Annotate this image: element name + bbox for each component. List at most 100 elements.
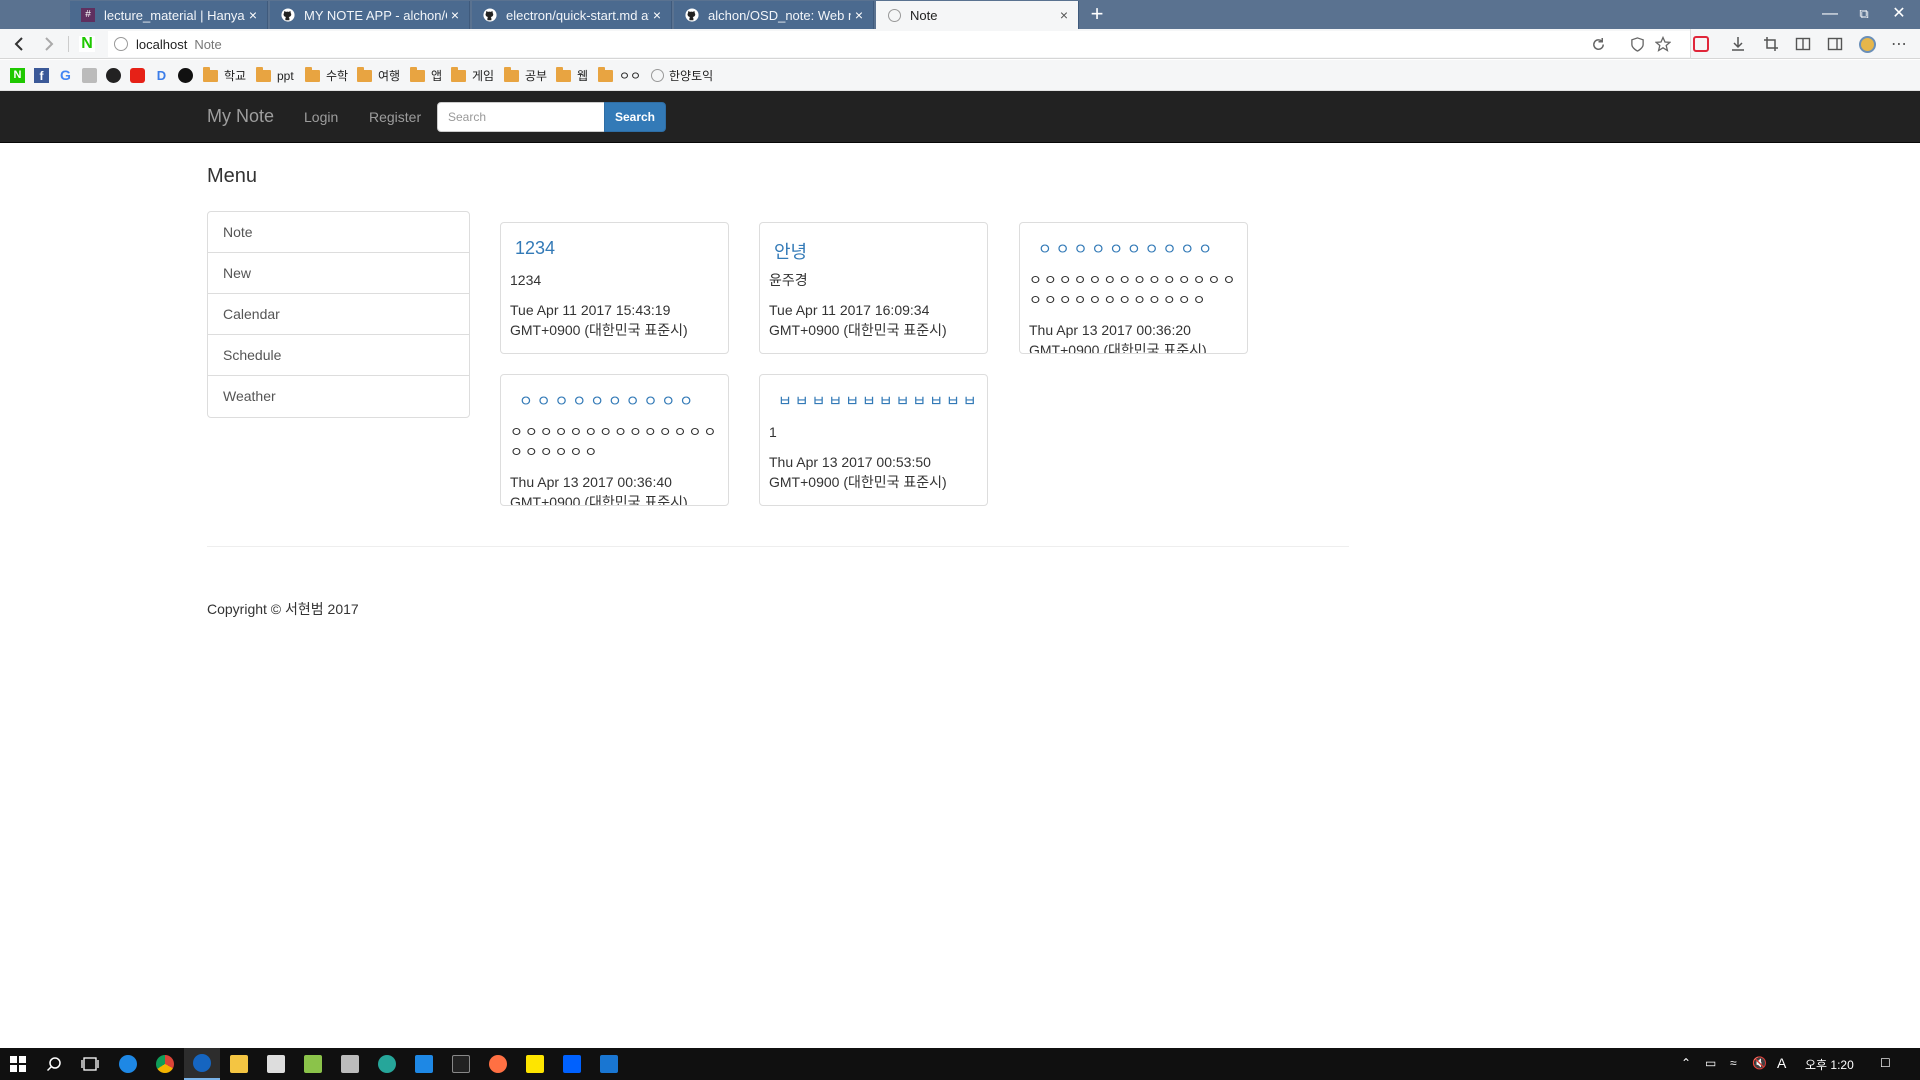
note-title[interactable]: ㅂㅂㅂㅂㅂㅂㅂㅂㅂㅂㅂㅂ: [778, 390, 978, 414]
github-bookmark-icon[interactable]: [106, 67, 126, 84]
bookmark-label: 앱: [431, 69, 443, 83]
task-view-icon[interactable]: [72, 1048, 108, 1080]
minimize-icon[interactable]: —: [1815, 2, 1845, 26]
close-icon[interactable]: ×: [649, 7, 665, 23]
footer-divider: [207, 546, 1349, 547]
kakaotalk-icon[interactable]: [517, 1048, 553, 1080]
volume-muted-icon[interactable]: 🔇: [1752, 1056, 1767, 1070]
bookmark-label: 게임: [472, 69, 495, 83]
download-icon[interactable]: [1727, 34, 1749, 54]
battery-icon[interactable]: ▭: [1705, 1056, 1716, 1070]
note-card[interactable]: ㅇㅇㅇㅇㅇㅇㅇㅇㅇㅇ ㅇㅇㅇㅇㅇㅇㅇㅇㅇㅇㅇㅇㅇㅇㅇㅇㅇㅇㅇㅇ Thu Apr …: [500, 374, 729, 506]
clock-icon[interactable]: [178, 67, 198, 84]
naver-icon[interactable]: N: [76, 33, 98, 55]
app-icon[interactable]: [332, 1048, 368, 1080]
note-title[interactable]: 안녕: [774, 238, 978, 262]
tab-note-active[interactable]: Note ×: [876, 1, 1079, 29]
windows-taskbar: ⌃ ▭ ≈ 🔇 A 오후 1:20 ☐: [0, 1048, 1920, 1080]
youtube-icon[interactable]: [130, 67, 150, 84]
close-icon[interactable]: ×: [1056, 7, 1072, 23]
app-icon[interactable]: [591, 1048, 627, 1080]
bookmark-folder-oo[interactable]: ㅇㅇ: [598, 66, 641, 84]
folder-icon: [305, 66, 320, 82]
note-date: Tue Apr 11 2017 15:43:19 GMT+0900 (대한민국 표…: [510, 302, 688, 338]
register-link[interactable]: Register: [369, 109, 421, 125]
close-icon[interactable]: ×: [447, 7, 463, 23]
app-icon[interactable]: [369, 1048, 405, 1080]
login-link[interactable]: Login: [304, 109, 338, 125]
record-icon[interactable]: [1690, 34, 1712, 54]
facebook-icon[interactable]: f: [34, 67, 54, 84]
dropbox-icon[interactable]: [554, 1048, 590, 1080]
note-title[interactable]: ㅇㅇㅇㅇㅇㅇㅇㅇㅇㅇ: [519, 390, 719, 414]
shield-icon[interactable]: [1626, 34, 1648, 54]
chrome-icon[interactable]: [147, 1048, 183, 1080]
brand-logo[interactable]: My Note: [207, 106, 274, 127]
menu-item-calendar[interactable]: Calendar: [208, 294, 469, 335]
note-card[interactable]: ㅇㅇㅇㅇㅇㅇㅇㅇㅇㅇ ㅇㅇㅇㅇㅇㅇㅇㅇㅇㅇㅇㅇㅇㅇㅇㅇㅇㅇㅇㅇㅇㅇㅇㅇㅇㅇㅇ..…: [1019, 222, 1248, 354]
reader-icon[interactable]: [1792, 34, 1814, 54]
daum-icon[interactable]: D: [154, 67, 174, 84]
close-window-icon[interactable]: ✕: [1884, 2, 1914, 26]
folder-icon: [357, 66, 372, 82]
note-title[interactable]: 1234: [515, 238, 719, 262]
menu-item-weather[interactable]: Weather: [208, 376, 469, 417]
crop-icon[interactable]: [1760, 34, 1782, 54]
refresh-icon[interactable]: [1587, 34, 1609, 54]
webstorm-icon[interactable]: [443, 1048, 479, 1080]
bookmark-folder-travel[interactable]: 여행: [357, 66, 400, 84]
bookmark-folder-games[interactable]: 게임: [451, 66, 495, 84]
tab-osd-note[interactable]: alchon/OSD_note: Web no ×: [674, 1, 874, 29]
more-menu-icon[interactable]: ⋯: [1888, 34, 1910, 54]
whale-browser-icon[interactable]: [184, 1048, 220, 1080]
search-icon[interactable]: [36, 1048, 72, 1080]
search-button[interactable]: Search: [604, 102, 666, 132]
ime-indicator[interactable]: A: [1777, 1055, 1786, 1071]
app-icon[interactable]: [295, 1048, 331, 1080]
wifi-icon[interactable]: ≈: [1730, 1056, 1737, 1070]
bookmark-folder-web[interactable]: 웹: [556, 66, 588, 84]
bookmark-folder-apps[interactable]: 앱: [410, 66, 443, 84]
bookmark-hanyang-toeic[interactable]: 한양토익: [651, 67, 713, 84]
note-card[interactable]: 안녕 윤주경 Tue Apr 11 2017 16:09:34 GMT+0900 …: [759, 222, 988, 354]
profile-avatar-icon[interactable]: [1856, 34, 1878, 54]
bookmark-folder-study[interactable]: 공부: [504, 66, 547, 84]
close-icon[interactable]: ×: [851, 7, 867, 23]
app-icon[interactable]: [480, 1048, 516, 1080]
menu-item-schedule[interactable]: Schedule: [208, 335, 469, 376]
note-card[interactable]: ㅂㅂㅂㅂㅂㅂㅂㅂㅂㅂㅂㅂ 1 Thu Apr 13 2017 00:53:50 G…: [759, 374, 988, 506]
windows-start-icon[interactable]: [0, 1048, 36, 1080]
search-input[interactable]: [437, 102, 605, 132]
tab-electron-quick-start[interactable]: electron/quick-start.md at ×: [472, 1, 672, 29]
new-tab-button[interactable]: +: [1083, 3, 1111, 27]
google-icon[interactable]: G: [58, 67, 78, 84]
note-date: Tue Apr 11 2017 16:09:34 GMT+0900 (대한민국 표…: [769, 302, 947, 338]
bookmark-folder-ppt[interactable]: ppt: [256, 66, 294, 84]
address-bar[interactable]: localhost Note: [108, 31, 1690, 57]
store-icon[interactable]: [258, 1048, 294, 1080]
bookmark-folder-school[interactable]: 학교: [203, 66, 246, 84]
close-icon[interactable]: ×: [245, 7, 261, 23]
bookmark-star-icon[interactable]: [1652, 34, 1674, 54]
notification-icon[interactable]: ☐: [1880, 1056, 1891, 1070]
site-info-icon[interactable]: [114, 37, 128, 51]
note-title[interactable]: ㅇㅇㅇㅇㅇㅇㅇㅇㅇㅇ: [1038, 238, 1238, 262]
clock-time[interactable]: 오후 1:20: [1805, 1056, 1854, 1073]
back-icon[interactable]: [8, 33, 30, 55]
image-bookmark-icon[interactable]: [82, 67, 102, 84]
tab-title: alchon/OSD_note: Web no: [708, 7, 851, 23]
chevron-up-icon[interactable]: ⌃: [1681, 1056, 1691, 1070]
sidebar-icon[interactable]: [1824, 34, 1846, 54]
bookmark-folder-math[interactable]: 수학: [305, 66, 348, 84]
note-card[interactable]: 1234 1234 Tue Apr 11 2017 15:43:19 GMT+09…: [500, 222, 729, 354]
tab-my-note-app[interactable]: MY NOTE APP - alchon/OS ×: [270, 1, 470, 29]
file-explorer-icon[interactable]: [221, 1048, 257, 1080]
menu-item-new[interactable]: New: [208, 253, 469, 294]
restore-icon[interactable]: ⧉: [1849, 2, 1879, 26]
tab-lecture-material[interactable]: # lecture_material | Hanyang ×: [70, 1, 268, 29]
forward-icon[interactable]: [38, 33, 60, 55]
menu-item-note[interactable]: Note: [208, 212, 469, 253]
naver-bookmark-icon[interactable]: N: [10, 67, 30, 84]
edge-icon[interactable]: [110, 1048, 146, 1080]
vscode-icon[interactable]: [406, 1048, 442, 1080]
